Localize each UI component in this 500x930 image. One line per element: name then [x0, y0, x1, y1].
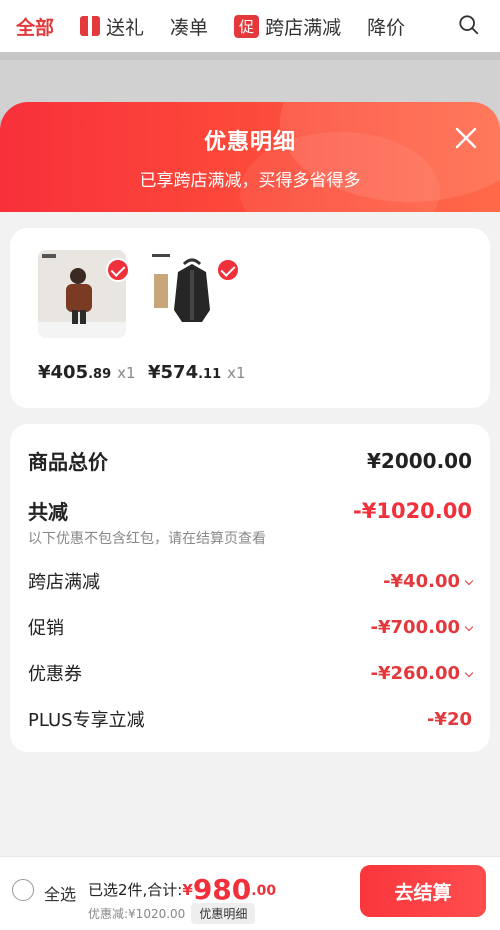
discount-label: 优惠券 — [28, 664, 82, 685]
top-tab-bar: 全部 送礼 凑单 促跨店满减 降价 — [0, 0, 500, 52]
discount-value: -¥40.00 — [383, 571, 474, 592]
discount-value: -¥700.00 — [371, 617, 474, 638]
discount-line: 优惠减:¥1020.00 优惠明细 — [88, 903, 256, 924]
discount-detail-sheet: 优惠明细 已享跨店满减，买得多省得多 ¥405.89 x1 ¥574.11 x1… — [0, 102, 500, 930]
discount-note: 以下优惠不包含红包，请在结算页查看 — [28, 531, 266, 547]
discount-row-coupon[interactable]: 优惠券 -¥260.00 — [28, 660, 474, 686]
chevron-down-icon — [464, 576, 474, 585]
sheet-header: 优惠明细 已享跨店满减，买得多省得多 — [0, 102, 500, 212]
tab-label: 跨店满减 — [265, 16, 342, 39]
discount-detail-button[interactable]: 优惠明细 — [191, 903, 256, 924]
search-icon[interactable] — [458, 14, 480, 36]
tab-label: 全部 — [16, 16, 55, 39]
total-reduce-label: 共减 — [28, 500, 68, 524]
product-price: ¥574.11 x1 — [148, 362, 246, 383]
total-reduce-row: 共减 -¥1020.00 — [28, 496, 472, 525]
sheet-title: 优惠明细 — [203, 130, 296, 155]
selected-check-icon[interactable] — [106, 258, 130, 282]
product-item[interactable]: ¥574.11 x1 — [148, 250, 246, 383]
tab-label: 降价 — [367, 16, 406, 39]
product-quantity: x1 — [227, 364, 246, 382]
select-all-radio[interactable] — [12, 879, 34, 901]
total-price-label: 商品总价 — [28, 450, 108, 474]
tab-price-drop[interactable]: 降价 — [367, 13, 405, 40]
total-price-value: ¥2000.00 — [366, 448, 472, 473]
tab-gift[interactable]: 送礼 — [80, 13, 144, 40]
total-amount: 980 — [192, 873, 252, 906]
product-price: ¥405.89 x1 — [38, 362, 136, 383]
gift-icon — [80, 16, 101, 36]
selected-check-icon[interactable] — [216, 258, 240, 282]
discount-value: -¥260.00 — [371, 663, 474, 684]
discount-summary-card: 商品总价 ¥2000.00 共减 -¥1020.00 以下优惠不包含红包，请在结… — [10, 424, 490, 752]
discount-row-plus: PLUS专享立减 -¥20 — [28, 706, 472, 732]
chevron-down-icon — [464, 622, 474, 631]
currency-symbol: ¥ — [182, 881, 193, 899]
checkout-bar: 全选 已选2件,合计:¥980.00 优惠减:¥1020.00 优惠明细 去结算 — [0, 856, 500, 930]
discount-row-promotion[interactable]: 促销 -¥700.00 — [28, 614, 474, 640]
tab-all[interactable]: 全部 — [16, 13, 54, 40]
discount-label: 跨店满减 — [28, 572, 100, 593]
select-all-label[interactable]: 全选 — [44, 881, 76, 905]
discount-row-cross-store[interactable]: 跨店满减 -¥40.00 — [28, 568, 474, 594]
selected-count-text: 已选2件,合计: — [88, 881, 183, 899]
product-quantity: x1 — [117, 364, 136, 382]
discount-label: PLUS专享立减 — [28, 710, 145, 731]
discount-value: -¥20 — [426, 708, 472, 730]
total-amount-decimal: .00 — [251, 883, 277, 899]
product-item[interactable]: ¥405.89 x1 — [38, 250, 136, 383]
chevron-down-icon — [464, 668, 474, 677]
checkout-button[interactable]: 去结算 — [360, 865, 486, 917]
close-icon[interactable] — [454, 126, 478, 150]
tab-label: 凑单 — [170, 16, 209, 39]
total-line: 已选2件,合计:¥980.00 — [88, 873, 276, 906]
promo-tag: 促 — [234, 14, 260, 38]
products-card: ¥405.89 x1 ¥574.11 x1 — [10, 228, 490, 408]
tab-bundle[interactable]: 凑单 — [170, 13, 208, 40]
discount-total-text: 优惠减:¥1020.00 — [88, 907, 186, 921]
sheet-subtitle: 已享跨店满减，买得多省得多 — [139, 171, 361, 191]
total-price-row: 商品总价 ¥2000.00 — [28, 446, 472, 475]
total-reduce-value: -¥1020.00 — [353, 498, 472, 523]
tab-cross-store-discount[interactable]: 促跨店满减 — [234, 13, 341, 40]
discount-label: 促销 — [28, 618, 64, 639]
tab-label: 送礼 — [106, 16, 145, 39]
